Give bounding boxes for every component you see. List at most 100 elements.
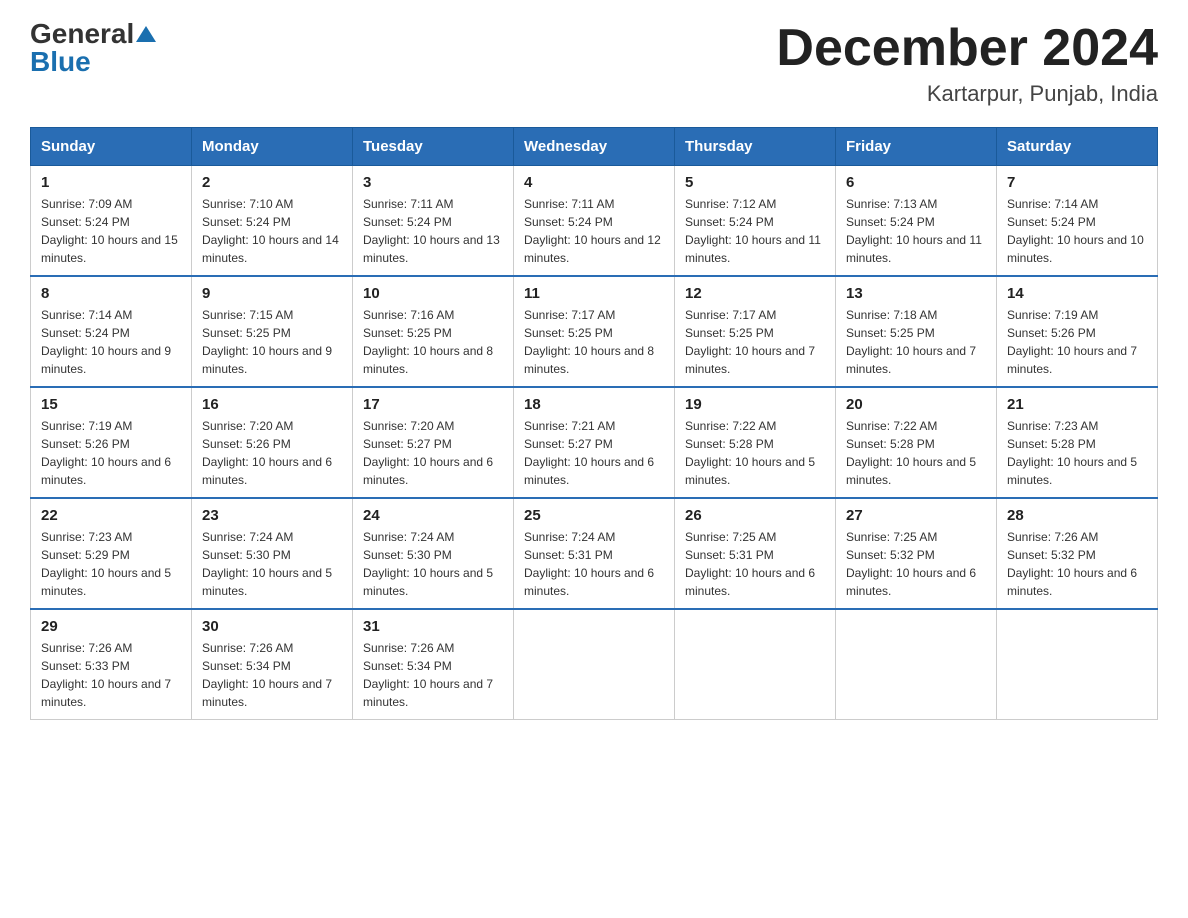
weekday-header-monday: Monday [192,128,353,166]
calendar-cell: 6 Sunrise: 7:13 AMSunset: 5:24 PMDaylight… [836,166,997,277]
day-number: 2 [202,174,342,191]
day-number: 30 [202,618,342,635]
day-number: 21 [1007,396,1147,413]
calendar-cell: 5 Sunrise: 7:12 AMSunset: 5:24 PMDaylight… [675,166,836,277]
day-number: 15 [41,396,181,413]
calendar-cell: 31 Sunrise: 7:26 AMSunset: 5:34 PMDayligh… [353,609,514,720]
day-info: Sunrise: 7:21 AMSunset: 5:27 PMDaylight:… [524,417,664,489]
day-info: Sunrise: 7:17 AMSunset: 5:25 PMDaylight:… [685,306,825,378]
calendar-cell: 23 Sunrise: 7:24 AMSunset: 5:30 PMDayligh… [192,498,353,609]
day-info: Sunrise: 7:22 AMSunset: 5:28 PMDaylight:… [685,417,825,489]
day-info: Sunrise: 7:13 AMSunset: 5:24 PMDaylight:… [846,195,986,267]
day-number: 31 [363,618,503,635]
day-number: 14 [1007,285,1147,302]
day-number: 6 [846,174,986,191]
day-number: 22 [41,507,181,524]
day-info: Sunrise: 7:26 AMSunset: 5:34 PMDaylight:… [202,639,342,711]
calendar-cell: 8 Sunrise: 7:14 AMSunset: 5:24 PMDaylight… [31,276,192,387]
calendar-week-row: 8 Sunrise: 7:14 AMSunset: 5:24 PMDaylight… [31,276,1158,387]
day-info: Sunrise: 7:25 AMSunset: 5:32 PMDaylight:… [846,528,986,600]
weekday-header-tuesday: Tuesday [353,128,514,166]
day-number: 16 [202,396,342,413]
calendar-cell: 22 Sunrise: 7:23 AMSunset: 5:29 PMDayligh… [31,498,192,609]
day-number: 11 [524,285,664,302]
calendar-week-row: 1Sunrise: 7:09 AMSunset: 5:24 PMDaylight… [31,166,1158,277]
calendar-cell [514,609,675,720]
calendar-cell: 27 Sunrise: 7:25 AMSunset: 5:32 PMDayligh… [836,498,997,609]
weekday-header-sunday: Sunday [31,128,192,166]
calendar-cell: 24 Sunrise: 7:24 AMSunset: 5:30 PMDayligh… [353,498,514,609]
calendar-cell: 12 Sunrise: 7:17 AMSunset: 5:25 PMDayligh… [675,276,836,387]
day-number: 13 [846,285,986,302]
calendar-table: SundayMondayTuesdayWednesdayThursdayFrid… [30,127,1158,720]
day-info: Sunrise: 7:26 AMSunset: 5:32 PMDaylight:… [1007,528,1147,600]
day-number: 26 [685,507,825,524]
day-number: 20 [846,396,986,413]
calendar-cell [997,609,1158,720]
title-block: December 2024 Kartarpur, Punjab, India [776,20,1158,107]
day-number: 23 [202,507,342,524]
calendar-week-row: 22 Sunrise: 7:23 AMSunset: 5:29 PMDayligh… [31,498,1158,609]
calendar-cell: 30 Sunrise: 7:26 AMSunset: 5:34 PMDayligh… [192,609,353,720]
day-info: Sunrise: 7:23 AMSunset: 5:29 PMDaylight:… [41,528,181,600]
calendar-cell: 28 Sunrise: 7:26 AMSunset: 5:32 PMDayligh… [997,498,1158,609]
weekday-header-friday: Friday [836,128,997,166]
day-info: Sunrise: 7:20 AMSunset: 5:26 PMDaylight:… [202,417,342,489]
day-info: Sunrise: 7:14 AMSunset: 5:24 PMDaylight:… [1007,195,1147,267]
calendar-cell: 11Sunrise: 7:17 AMSunset: 5:25 PMDayligh… [514,276,675,387]
day-number: 3 [363,174,503,191]
day-info: Sunrise: 7:18 AMSunset: 5:25 PMDaylight:… [846,306,986,378]
day-number: 18 [524,396,664,413]
weekday-header-saturday: Saturday [997,128,1158,166]
day-info: Sunrise: 7:10 AMSunset: 5:24 PMDaylight:… [202,195,342,267]
weekday-header-row: SundayMondayTuesdayWednesdayThursdayFrid… [31,128,1158,166]
day-info: Sunrise: 7:24 AMSunset: 5:30 PMDaylight:… [202,528,342,600]
day-info: Sunrise: 7:22 AMSunset: 5:28 PMDaylight:… [846,417,986,489]
logo-blue-text: Blue [30,48,91,76]
day-number: 27 [846,507,986,524]
logo: General Blue [30,20,156,76]
day-number: 24 [363,507,503,524]
day-info: Sunrise: 7:25 AMSunset: 5:31 PMDaylight:… [685,528,825,600]
calendar-week-row: 15Sunrise: 7:19 AMSunset: 5:26 PMDayligh… [31,387,1158,498]
day-number: 29 [41,618,181,635]
calendar-cell: 15Sunrise: 7:19 AMSunset: 5:26 PMDayligh… [31,387,192,498]
logo-general-text: General [30,20,134,48]
day-info: Sunrise: 7:24 AMSunset: 5:30 PMDaylight:… [363,528,503,600]
month-title: December 2024 [776,20,1158,77]
calendar-cell [836,609,997,720]
day-info: Sunrise: 7:11 AMSunset: 5:24 PMDaylight:… [363,195,503,267]
calendar-cell: 1Sunrise: 7:09 AMSunset: 5:24 PMDaylight… [31,166,192,277]
day-number: 28 [1007,507,1147,524]
day-info: Sunrise: 7:12 AMSunset: 5:24 PMDaylight:… [685,195,825,267]
calendar-cell: 20 Sunrise: 7:22 AMSunset: 5:28 PMDayligh… [836,387,997,498]
logo-triangle-icon [136,26,156,42]
calendar-cell: 7 Sunrise: 7:14 AMSunset: 5:24 PMDaylight… [997,166,1158,277]
day-number: 25 [524,507,664,524]
day-number: 7 [1007,174,1147,191]
location-title: Kartarpur, Punjab, India [776,81,1158,107]
day-number: 12 [685,285,825,302]
day-info: Sunrise: 7:26 AMSunset: 5:34 PMDaylight:… [363,639,503,711]
calendar-cell: 9Sunrise: 7:15 AMSunset: 5:25 PMDaylight… [192,276,353,387]
calendar-cell: 26 Sunrise: 7:25 AMSunset: 5:31 PMDayligh… [675,498,836,609]
day-number: 10 [363,285,503,302]
day-number: 8 [41,285,181,302]
calendar-cell [675,609,836,720]
day-info: Sunrise: 7:24 AMSunset: 5:31 PMDaylight:… [524,528,664,600]
calendar-cell: 13 Sunrise: 7:18 AMSunset: 5:25 PMDayligh… [836,276,997,387]
day-number: 17 [363,396,503,413]
day-info: Sunrise: 7:09 AMSunset: 5:24 PMDaylight:… [41,195,181,267]
page-header: General Blue December 2024 Kartarpur, Pu… [30,20,1158,107]
calendar-cell: 2 Sunrise: 7:10 AMSunset: 5:24 PMDaylight… [192,166,353,277]
calendar-week-row: 29Sunrise: 7:26 AMSunset: 5:33 PMDayligh… [31,609,1158,720]
calendar-cell: 3 Sunrise: 7:11 AMSunset: 5:24 PMDaylight… [353,166,514,277]
day-info: Sunrise: 7:14 AMSunset: 5:24 PMDaylight:… [41,306,181,378]
calendar-cell: 21Sunrise: 7:23 AMSunset: 5:28 PMDayligh… [997,387,1158,498]
day-info: Sunrise: 7:11 AMSunset: 5:24 PMDaylight:… [524,195,664,267]
calendar-cell: 29Sunrise: 7:26 AMSunset: 5:33 PMDayligh… [31,609,192,720]
day-number: 5 [685,174,825,191]
calendar-cell: 17 Sunrise: 7:20 AMSunset: 5:27 PMDayligh… [353,387,514,498]
day-info: Sunrise: 7:20 AMSunset: 5:27 PMDaylight:… [363,417,503,489]
calendar-cell: 10Sunrise: 7:16 AMSunset: 5:25 PMDayligh… [353,276,514,387]
